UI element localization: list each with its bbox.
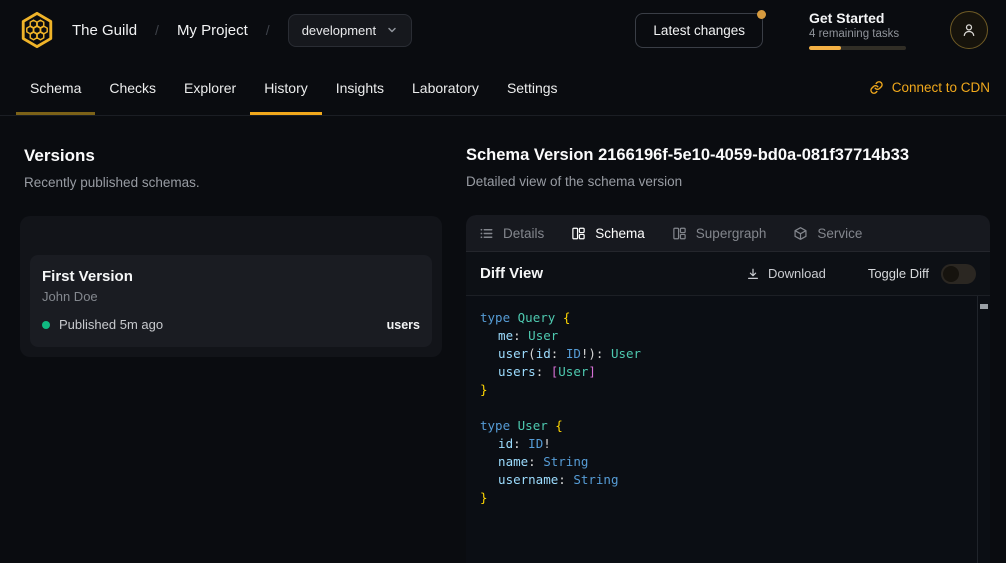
nav-tab-schema[interactable]: Schema [16,60,95,115]
nav-tab-label: History [264,80,308,96]
schema-version-panel: Schema Version 2166196f-5e10-4059-bd0a-0… [458,116,1006,563]
version-status-text: Published 5m ago [59,317,163,332]
code-line: username: String [480,471,970,489]
scrollbar-thumb[interactable] [980,304,988,309]
detail-tabs: Details Schema Supergraph Service [466,215,990,252]
diff-actions: Download Toggle Diff [740,264,976,284]
get-started-progress-fill [809,46,841,50]
main-nav: Schema Checks Explorer History Insights Labor… [0,60,1006,116]
hive-logo-icon[interactable] [18,11,56,49]
cube-icon [793,226,808,241]
get-started-widget[interactable]: Get Started 4 remaining tasks [809,10,906,50]
schema-version-title: Schema Version 2166196f-5e10-4059-bd0a-0… [466,146,990,165]
version-name: First Version [42,268,420,285]
nav-tabs: Schema Checks Explorer History Insights Labor… [16,60,572,115]
person-icon [961,22,977,38]
chevron-down-icon [386,24,398,36]
nav-tab-settings[interactable]: Settings [493,60,572,115]
service-badge: users [387,318,420,332]
nav-tab-laboratory[interactable]: Laboratory [398,60,493,115]
version-author: John Doe [42,289,420,304]
connect-to-cdn-link[interactable]: Connect to CDN [869,60,990,115]
nav-tab-insights[interactable]: Insights [322,60,398,115]
toggle-diff-switch[interactable] [941,264,976,284]
versions-panel: Versions Recently published schemas. Fir… [0,116,458,563]
code-line [480,399,970,417]
list-icon [479,226,494,241]
code-line: type User { [480,417,970,435]
target-selector-dropdown[interactable]: development [288,14,412,47]
breadcrumb-separator: / [266,22,270,38]
latest-changes-label: Latest changes [653,23,745,38]
nav-tab-label: Explorer [184,80,236,96]
columns-icon [672,226,687,241]
get-started-subtitle: 4 remaining tasks [809,28,906,40]
nav-tab-label: Laboratory [412,80,479,96]
breadcrumb: The Guild / My Project / development [18,11,412,49]
detail-tab-label: Details [503,226,544,241]
app-window: The Guild / My Project / development Lat… [0,0,1006,563]
main-content: Versions Recently published schemas. Fir… [0,116,1006,563]
user-avatar-button[interactable] [950,11,988,49]
toggle-diff-label: Toggle Diff [868,266,929,281]
nav-tab-explorer[interactable]: Explorer [170,60,250,115]
version-list-item[interactable]: First Version John Doe Published 5m ago … [30,255,432,347]
nav-tab-checks[interactable]: Checks [95,60,170,115]
code-line: type Query { [480,309,970,327]
detail-tab-supergraph[interactable]: Supergraph [672,226,767,241]
detail-tab-label: Schema [595,226,645,241]
code-line: name: String [480,453,970,471]
code-content: type Query {me: Useruser(id: ID!): Useru… [480,309,970,507]
columns-icon [571,226,586,241]
detail-tab-schema[interactable]: Schema [571,226,645,241]
nav-tab-label: Settings [507,80,558,96]
version-status-row: Published 5m ago users [42,317,420,332]
published-status-dot [42,321,50,329]
code-line: } [480,381,970,399]
link-icon [869,80,884,95]
tab-active-indicator [16,112,95,115]
download-icon [746,267,760,281]
detail-tab-service[interactable]: Service [793,226,862,241]
notification-dot [757,10,766,19]
code-line: } [480,489,970,507]
code-line: user(id: ID!): User [480,345,970,363]
connect-to-cdn-label: Connect to CDN [892,80,990,95]
diff-view-header: Diff View Download Toggle Diff [466,252,990,296]
breadcrumb-separator: / [155,22,159,38]
download-label: Download [768,266,826,281]
nav-tab-history[interactable]: History [250,60,322,115]
detail-tab-label: Service [817,226,862,241]
schema-version-subtitle: Detailed view of the schema version [466,174,990,189]
schema-code-viewer[interactable]: type Query {me: Useruser(id: ID!): Useru… [466,296,990,563]
tab-active-indicator [250,112,322,115]
detail-tab-label: Supergraph [696,226,767,241]
breadcrumb-org[interactable]: The Guild [72,22,137,39]
top-bar: The Guild / My Project / development Lat… [0,0,1006,60]
code-line: id: ID! [480,435,970,453]
latest-changes-button[interactable]: Latest changes [635,13,763,48]
code-line: me: User [480,327,970,345]
nav-tab-label: Checks [109,80,156,96]
get-started-title: Get Started [809,10,906,26]
code-scrollbar[interactable] [977,296,990,563]
download-button[interactable]: Download [740,265,832,282]
versions-subtitle: Recently published schemas. [24,175,442,190]
diff-view-title: Diff View [480,265,543,282]
nav-tab-label: Schema [30,80,81,96]
detail-tab-details[interactable]: Details [479,226,544,241]
versions-title: Versions [24,146,442,166]
get-started-progress-track [809,46,906,50]
breadcrumb-project[interactable]: My Project [177,22,248,39]
code-line: users: [User] [480,363,970,381]
switch-knob [943,266,959,282]
target-selector-value: development [302,23,376,38]
versions-list-card: First Version John Doe Published 5m ago … [20,216,442,357]
nav-tab-label: Insights [336,80,384,96]
schema-version-card: Details Schema Supergraph Service Diff View… [466,215,990,563]
